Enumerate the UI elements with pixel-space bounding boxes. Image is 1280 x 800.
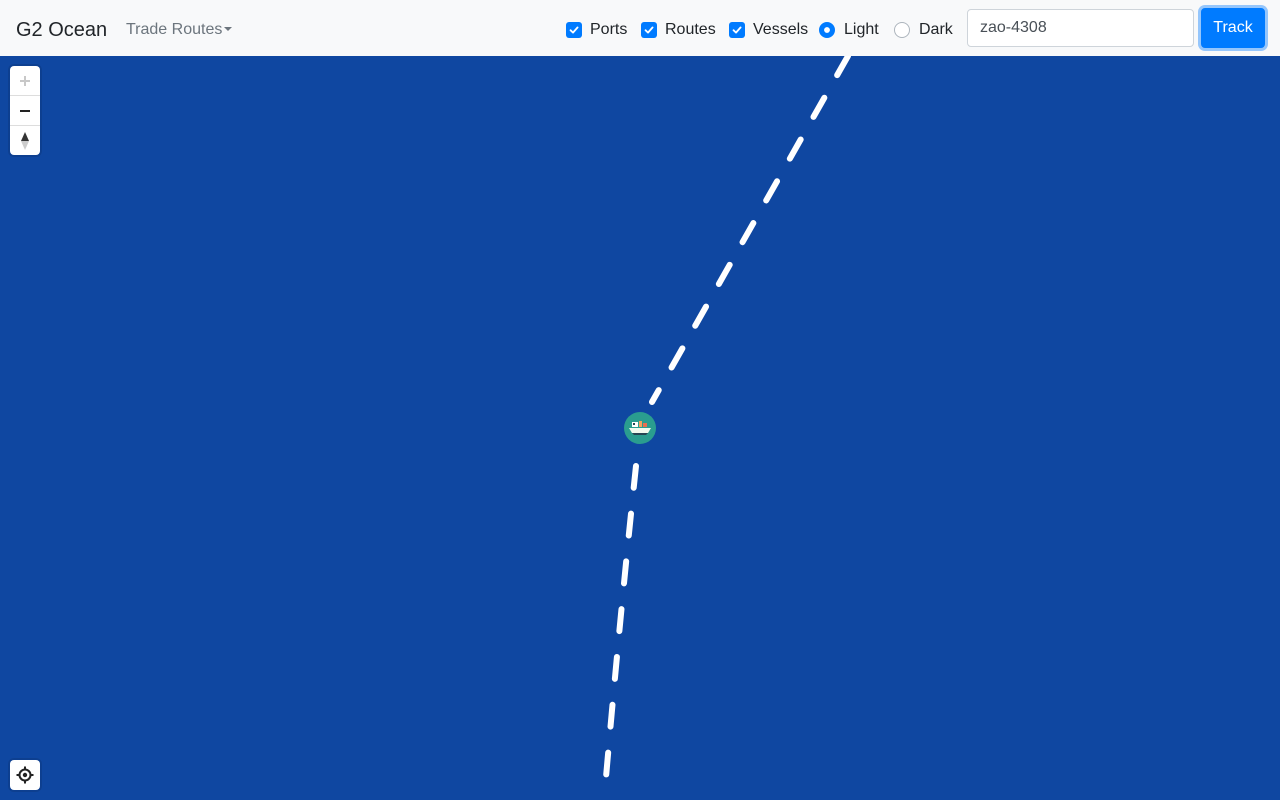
chevron-down-icon <box>224 27 233 31</box>
vessels-checkbox[interactable] <box>729 22 745 38</box>
locate-icon <box>16 766 34 784</box>
light-radio[interactable] <box>819 22 835 38</box>
routes-checkbox[interactable] <box>641 22 657 38</box>
routes-label: Routes <box>665 21 716 38</box>
navbar: G2 Ocean Trade Routes Ports Routes Vesse… <box>0 0 1280 56</box>
zoom-in-button[interactable] <box>10 66 40 96</box>
zoom-in-icon <box>20 75 30 86</box>
ports-checkbox[interactable] <box>566 22 582 38</box>
ship-icon <box>624 412 656 444</box>
brand-logo[interactable]: G2 Ocean <box>16 16 107 44</box>
zoom-out-button[interactable] <box>10 96 40 126</box>
track-button[interactable]: Track <box>1201 8 1265 48</box>
compass-icon <box>21 131 29 150</box>
zoom-out-icon <box>20 109 30 112</box>
ports-label: Ports <box>590 21 628 38</box>
reset-north-button[interactable] <box>10 126 40 155</box>
map-canvas[interactable] <box>0 56 1280 800</box>
dark-radio[interactable] <box>894 22 910 38</box>
light-label: Light <box>844 21 879 38</box>
route-line-south <box>601 463 639 800</box>
vessels-label: Vessels <box>753 21 809 38</box>
check-icon <box>732 26 742 34</box>
trade-routes-dropdown[interactable]: Trade Routes <box>126 19 233 41</box>
dark-label: Dark <box>919 21 953 38</box>
routes-toggle[interactable]: Routes <box>641 19 716 41</box>
route-line-north <box>649 56 851 405</box>
vessels-toggle[interactable]: Vessels <box>729 19 808 41</box>
check-icon <box>644 26 654 34</box>
vessel-marker[interactable] <box>624 412 656 444</box>
ports-toggle[interactable]: Ports <box>566 19 627 41</box>
geolocate-button[interactable] <box>10 760 40 790</box>
theme-dark-option[interactable]: Dark <box>894 19 953 41</box>
check-icon <box>569 26 579 34</box>
zoom-control <box>10 66 40 155</box>
vessel-search-input[interactable] <box>967 9 1194 47</box>
trade-routes-label: Trade Routes <box>126 21 223 38</box>
theme-light-option[interactable]: Light <box>819 19 879 41</box>
